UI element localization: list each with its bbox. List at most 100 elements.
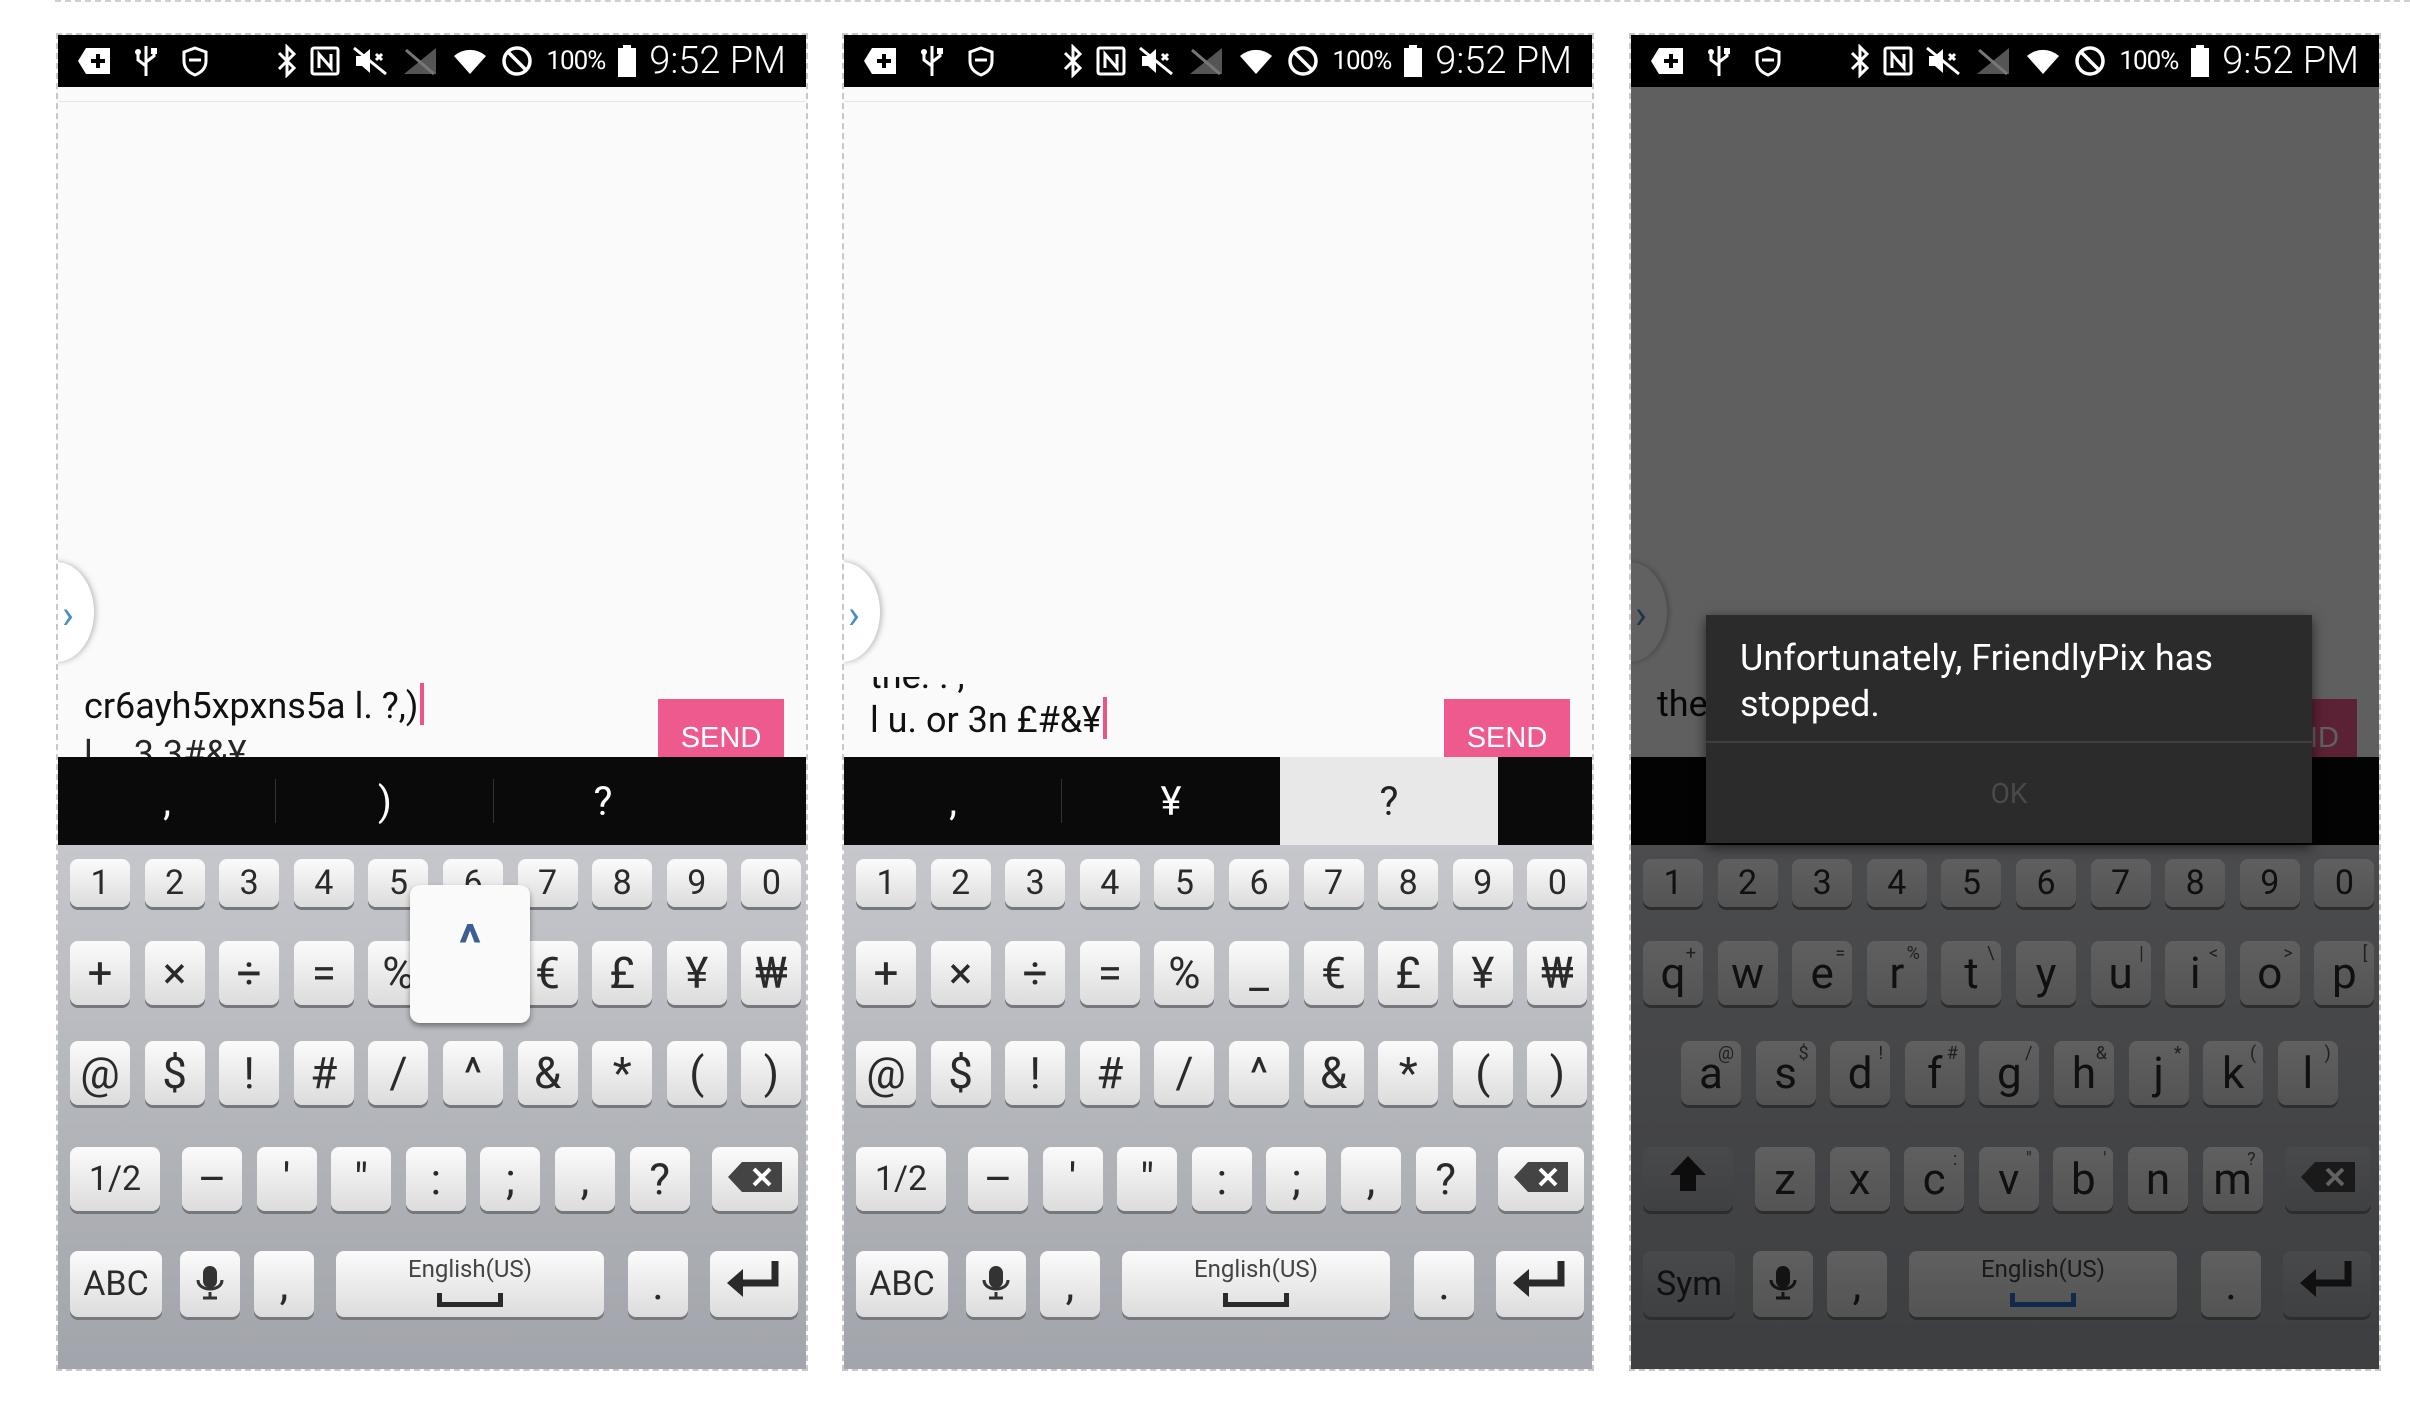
key-sym[interactable]: ; bbox=[1266, 1147, 1327, 1211]
key-sym[interactable]: £ bbox=[592, 941, 653, 1005]
chevron-right-icon[interactable]: › bbox=[848, 595, 860, 635]
key-sym[interactable]: + bbox=[70, 941, 130, 1005]
add-box-icon bbox=[864, 46, 898, 76]
key-sym[interactable]: * bbox=[592, 1041, 653, 1105]
ok-button[interactable]: OK bbox=[1706, 755, 2312, 831]
key-sym[interactable]: $ bbox=[144, 1041, 205, 1105]
symbol-keyboard: 1234567890+×÷=%_€£¥₩@$!#/^&*()1/2–'":;,?… bbox=[58, 845, 806, 1369]
key-sym[interactable]: = bbox=[1079, 941, 1140, 1005]
key-sym[interactable]: ' bbox=[1042, 1147, 1103, 1211]
key-sym[interactable]: $ bbox=[930, 1041, 991, 1105]
key-sym[interactable]: – bbox=[182, 1147, 242, 1211]
key-sym[interactable]: ( bbox=[1452, 1041, 1513, 1105]
abc-key[interactable]: ABC bbox=[70, 1251, 162, 1317]
message-input[interactable]: the. . , l u. or 3n £#&¥ bbox=[870, 677, 1428, 763]
key-sym[interactable]: ' bbox=[256, 1147, 317, 1211]
key-sym[interactable]: ! bbox=[1005, 1041, 1066, 1105]
key-sym[interactable]: : bbox=[1191, 1147, 1252, 1211]
key-sym[interactable]: ) bbox=[1527, 1041, 1588, 1105]
key-sym[interactable]: ¥ bbox=[1452, 941, 1513, 1005]
key-0[interactable]: 0 bbox=[741, 859, 802, 907]
signal-off-icon bbox=[1975, 46, 2013, 76]
key-sym[interactable]: ₩ bbox=[1527, 941, 1588, 1005]
key-sym[interactable]: ÷ bbox=[219, 941, 280, 1005]
enter-key[interactable] bbox=[1496, 1251, 1584, 1317]
key-sym[interactable]: % bbox=[1154, 941, 1215, 1005]
key-sym[interactable]: " bbox=[331, 1147, 392, 1211]
key-sym[interactable]: – bbox=[968, 1147, 1028, 1211]
key-sym[interactable]: ( bbox=[666, 1041, 727, 1105]
key-sym[interactable]: : bbox=[405, 1147, 466, 1211]
key-sym[interactable]: & bbox=[517, 1041, 578, 1105]
key-9[interactable]: 9 bbox=[1452, 859, 1513, 907]
key-1[interactable]: 1 bbox=[70, 859, 130, 907]
key-sym[interactable]: _ bbox=[1229, 941, 1289, 1005]
key-sym[interactable]: + bbox=[856, 941, 916, 1005]
key-sym[interactable]: £ bbox=[1378, 941, 1439, 1005]
key-sym[interactable]: ? bbox=[1415, 1147, 1476, 1211]
backspace-key[interactable] bbox=[712, 1147, 798, 1211]
key-2[interactable]: 2 bbox=[144, 859, 205, 907]
key-4[interactable]: 4 bbox=[293, 859, 354, 907]
comma-key[interactable]: , bbox=[1040, 1251, 1100, 1317]
key-0[interactable]: 0 bbox=[1527, 859, 1588, 907]
key-sym[interactable]: ^ bbox=[1229, 1041, 1289, 1105]
suggestion-1[interactable]: , bbox=[58, 757, 276, 845]
key-sym[interactable]: # bbox=[293, 1041, 354, 1105]
suggestion-2[interactable]: ¥ bbox=[1062, 757, 1280, 845]
suggestion-1[interactable]: , bbox=[844, 757, 1062, 845]
key-sym[interactable]: ? bbox=[629, 1147, 690, 1211]
suggestion-3-highlighted[interactable]: ? bbox=[1280, 757, 1498, 845]
period-key[interactable]: . bbox=[628, 1251, 688, 1317]
key-7[interactable]: 7 bbox=[1303, 859, 1364, 907]
status-bar: 100% 9:52 PM bbox=[844, 35, 1592, 87]
key-sym[interactable]: , bbox=[555, 1147, 615, 1211]
key-sym[interactable]: & bbox=[1303, 1041, 1364, 1105]
key-sym[interactable]: * bbox=[1378, 1041, 1439, 1105]
suggestion-3[interactable]: ? bbox=[494, 757, 712, 845]
key-9[interactable]: 9 bbox=[666, 859, 727, 907]
key-sym[interactable]: ₩ bbox=[741, 941, 802, 1005]
mic-key[interactable] bbox=[966, 1251, 1026, 1317]
key-sym[interactable]: / bbox=[368, 1041, 429, 1105]
abc-key[interactable]: ABC bbox=[856, 1251, 948, 1317]
key-sym[interactable]: ) bbox=[741, 1041, 802, 1105]
key-4[interactable]: 4 bbox=[1079, 859, 1140, 907]
key-sym[interactable]: / bbox=[1154, 1041, 1215, 1105]
space-label: English(US) bbox=[1193, 1255, 1319, 1283]
key-3[interactable]: 3 bbox=[1005, 859, 1066, 907]
key-sym[interactable]: ; bbox=[480, 1147, 541, 1211]
key-sym[interactable]: = bbox=[293, 941, 354, 1005]
key-sym[interactable]: ¥ bbox=[666, 941, 727, 1005]
key-sym[interactable]: ! bbox=[219, 1041, 280, 1105]
key-2[interactable]: 2 bbox=[930, 859, 991, 907]
key-sym[interactable]: # bbox=[1079, 1041, 1140, 1105]
key-sym[interactable]: " bbox=[1117, 1147, 1178, 1211]
space-key[interactable]: English(US) bbox=[336, 1251, 604, 1317]
chevron-right-icon[interactable]: › bbox=[62, 595, 74, 635]
key-8[interactable]: 8 bbox=[592, 859, 653, 907]
key-sym[interactable]: @ bbox=[70, 1041, 130, 1105]
key-3[interactable]: 3 bbox=[219, 859, 280, 907]
backspace-key[interactable] bbox=[1498, 1147, 1584, 1211]
key-6[interactable]: 6 bbox=[1229, 859, 1289, 907]
page-toggle-key[interactable]: 1/2 bbox=[856, 1147, 946, 1211]
comma-key[interactable]: , bbox=[254, 1251, 314, 1317]
enter-key[interactable] bbox=[710, 1251, 798, 1317]
key-1[interactable]: 1 bbox=[856, 859, 916, 907]
message-input[interactable]: cr6ayh5xpxns5a l. ?,) l , , 3 3#&¥ bbox=[84, 677, 642, 763]
key-sym[interactable]: @ bbox=[856, 1041, 916, 1105]
period-key[interactable]: . bbox=[1414, 1251, 1474, 1317]
page-toggle-key[interactable]: 1/2 bbox=[70, 1147, 160, 1211]
key-sym[interactable]: , bbox=[1341, 1147, 1401, 1211]
suggestion-2[interactable]: ) bbox=[276, 757, 494, 845]
space-key[interactable]: English(US) bbox=[1122, 1251, 1390, 1317]
key-5[interactable]: 5 bbox=[1154, 859, 1215, 907]
key-sym[interactable]: ÷ bbox=[1005, 941, 1066, 1005]
key-8[interactable]: 8 bbox=[1378, 859, 1439, 907]
key-sym[interactable]: € bbox=[1303, 941, 1364, 1005]
key-sym[interactable]: × bbox=[930, 941, 991, 1005]
mic-key[interactable] bbox=[180, 1251, 240, 1317]
key-sym[interactable]: × bbox=[144, 941, 205, 1005]
key-sym[interactable]: ^ bbox=[443, 1041, 503, 1105]
